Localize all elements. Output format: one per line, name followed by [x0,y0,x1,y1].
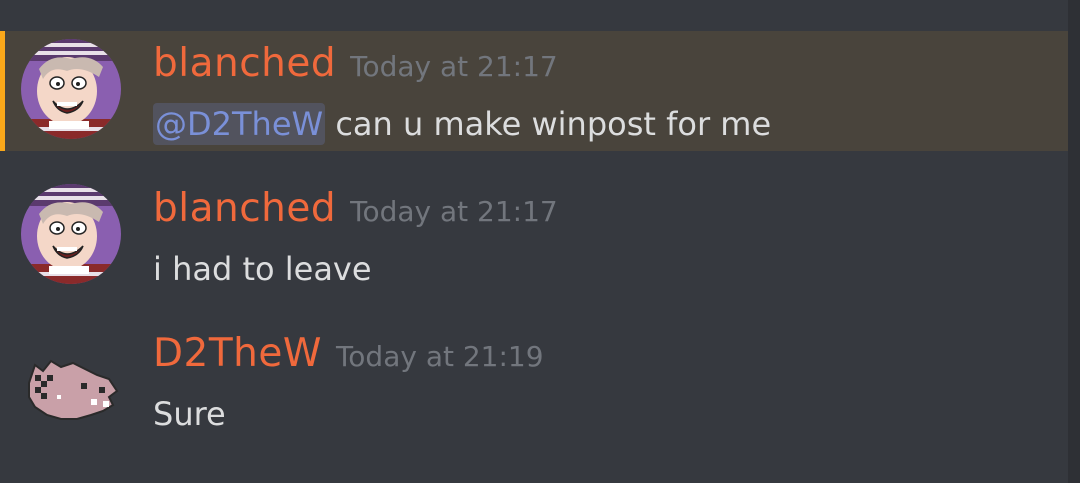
message-content: Sure [153,395,226,433]
cartoon-face-avatar-icon [21,184,121,284]
user-mention[interactable]: @D2TheW [153,103,326,145]
chat-message-list: blanched Today at 21:17 @D2TheW can u mak… [0,0,1080,483]
message-content: i had to leave [153,250,372,288]
user-avatar[interactable] [21,184,121,284]
author-name[interactable]: blanched [153,41,336,86]
user-avatar[interactable] [21,39,121,139]
message-item[interactable]: blanched Today at 21:17 i had to leave [0,176,1068,296]
author-name[interactable]: blanched [153,186,336,231]
scrollbar-track[interactable] [1068,0,1080,483]
message-timestamp: Today at 21:17 [350,195,558,228]
message-timestamp: Today at 21:17 [350,50,558,83]
user-avatar[interactable] [21,335,121,435]
pixel-creature-avatar-icon [21,335,121,435]
message-text: i had to leave [153,250,372,288]
cartoon-face-avatar-icon [21,39,121,139]
message-header: D2TheW Today at 21:19 [153,331,544,376]
message-item[interactable]: blanched Today at 21:17 @D2TheW can u mak… [0,31,1068,151]
message-item[interactable]: D2TheW Today at 21:19 Sure [0,321,1068,441]
message-text: can u make winpost for me [325,105,772,143]
message-text: Sure [153,395,226,433]
message-header: blanched Today at 21:17 [153,186,558,231]
message-timestamp: Today at 21:19 [335,340,544,373]
message-content: @D2TheW can u make winpost for me [153,103,772,145]
message-header: blanched Today at 21:17 [153,41,558,86]
author-name[interactable]: D2TheW [153,331,322,376]
